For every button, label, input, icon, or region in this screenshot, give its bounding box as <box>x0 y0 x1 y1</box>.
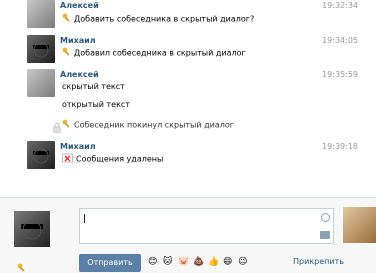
camera-icon[interactable] <box>320 231 330 239</box>
avatar[interactable] <box>27 69 55 97</box>
attach-link[interactable]: Прикрепить <box>293 257 344 266</box>
lock-icon <box>53 118 61 133</box>
emoji-button[interactable]: 😄 <box>223 256 232 268</box>
smile-icon[interactable] <box>321 213 330 222</box>
message-line: скрытый текст <box>62 82 125 91</box>
message-text: Сообщения удалены <box>76 154 164 164</box>
key-icon <box>62 119 72 131</box>
author-name[interactable]: Михаил <box>60 36 96 45</box>
key-icon[interactable] <box>17 258 27 277</box>
message-input[interactable] <box>79 208 334 244</box>
chat-history: Алексей 19:32:34 Добавить собеседника в … <box>0 0 376 197</box>
emoji-button[interactable]: 👍 <box>208 256 219 268</box>
message-line: Добавил собеседника в скрытый диалог <box>62 47 246 59</box>
key-icon <box>62 47 72 59</box>
text-cursor <box>84 214 85 223</box>
message-time: 19:32:34 <box>322 1 358 10</box>
emoji-button[interactable]: 🐱 <box>163 256 172 268</box>
message-text: Собеседник покинул скрытый диалог <box>74 120 234 130</box>
message-text: скрытый текст <box>62 82 125 91</box>
message-line: Добавить собеседника в скрытый диалог? <box>62 13 254 25</box>
emoji-button[interactable]: 💩 <box>193 256 204 268</box>
author-name[interactable]: Михаил <box>60 142 96 151</box>
message-text: Добавил собеседника в скрытый диалог <box>74 48 246 58</box>
delete-messages-icon <box>62 153 74 165</box>
message-time: 19:35:59 <box>322 70 358 79</box>
message-text: Добавить собеседника в скрытый диалог? <box>74 14 255 24</box>
author-name[interactable]: Алексей <box>60 1 99 10</box>
emoji-button[interactable]: 🐷 <box>178 256 189 268</box>
message-line: открытый текст <box>62 100 130 109</box>
composer: Отправить 😊 🐱 🐷 💩 👍 😄 😉 Прикрепить <box>0 198 376 273</box>
send-button[interactable]: Отправить <box>79 254 141 272</box>
message-time: 19:34:05 <box>322 36 358 45</box>
author-name[interactable]: Алексей <box>60 70 99 79</box>
message-time: 19:39:18 <box>322 142 358 151</box>
avatar[interactable] <box>27 141 55 169</box>
emoji-button[interactable]: 😉 <box>238 256 247 268</box>
message-text: открытый текст <box>62 100 130 109</box>
avatar[interactable] <box>343 207 376 243</box>
avatar[interactable] <box>27 0 55 28</box>
avatar[interactable] <box>27 35 55 63</box>
avatar[interactable] <box>14 211 50 247</box>
key-icon <box>62 13 72 25</box>
message-line: Собеседник покинул скрытый диалог <box>62 119 234 131</box>
message-line: Сообщения удалены <box>62 153 163 165</box>
emoji-button[interactable]: 😊 <box>148 256 157 268</box>
